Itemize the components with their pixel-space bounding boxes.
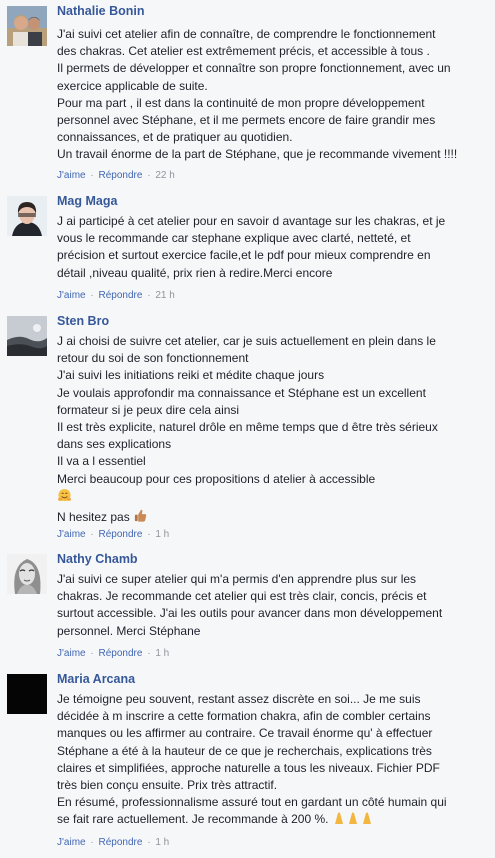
like-link[interactable]: J'aime [57, 170, 86, 181]
comment-text-line: détail ,niveau qualité, prix rien à redi… [57, 265, 333, 280]
separator: · [147, 648, 151, 659]
comment-text-line: dans ses explications [57, 437, 172, 452]
comment-text: J'ai suivi cet atelier afin de connaître… [57, 26, 485, 164]
avatar-sten-bro[interactable] [7, 316, 47, 356]
separator: · [147, 529, 151, 540]
avatar-maria-arcana[interactable] [7, 674, 47, 714]
comment-author[interactable]: Nathy Chamb [57, 552, 138, 566]
comment-text-line: exercice applicable de suite. [57, 78, 208, 93]
thumbs-up-emoji [133, 508, 148, 528]
separator: · [90, 170, 94, 181]
comment-text-line: Un travail énorme de la part de Stéphane… [57, 147, 458, 162]
comment-actions: J'aime · Répondre · 21 h [57, 290, 175, 301]
comment-author[interactable]: Maria Arcana [57, 672, 135, 686]
comment-text: J ai participé à cet atelier pour en sav… [57, 213, 485, 282]
comment-text-line: décidée à m inscrire a cette formation c… [57, 709, 431, 724]
separator: · [147, 170, 151, 181]
like-link[interactable]: J'aime [57, 648, 86, 659]
comment-text-line: se fait rare actuellement. Je recommande… [57, 811, 485, 830]
comment-text-line: J ai choisi de suivre cet atelier, car j… [57, 334, 436, 348]
reply-link[interactable]: Répondre [99, 170, 143, 181]
comment-actions: J'aime · Répondre · 1 h [57, 837, 169, 848]
like-link[interactable]: J'aime [57, 529, 86, 540]
reply-link[interactable]: Répondre [99, 529, 143, 540]
comment-text-line: retour du soi de son fonctionnement [57, 351, 249, 366]
comment-text: J ai choisi de suivre cet atelier, car j… [57, 333, 485, 528]
comment-text-line: des chakras. Cet atelier est extrêmement… [57, 44, 430, 59]
comment-author[interactable]: Mag Maga [57, 194, 117, 208]
comment-author[interactable]: Sten Bro [57, 314, 109, 328]
comment-text-line: vous le recommande car stephane explique… [57, 231, 411, 246]
separator: · [90, 837, 94, 848]
comment-text-line: J'ai suivi les initiations reiki et médi… [57, 368, 325, 383]
comment-timestamp[interactable]: 21 h [155, 290, 174, 301]
avatar-nathy-chamb[interactable] [7, 554, 47, 594]
comment-timestamp[interactable]: 1 h [155, 648, 169, 659]
hugging-face-emoji [57, 488, 72, 508]
like-link[interactable]: J'aime [57, 837, 86, 848]
comment-text-line: manques ou les affirmer au contraire. Ce… [57, 726, 433, 741]
comment-text-line: claires et simplifiées, approche naturel… [57, 760, 440, 775]
separator: · [147, 837, 151, 848]
comment-timestamp[interactable]: 1 h [155, 837, 169, 848]
separator: · [147, 290, 151, 301]
comment-text-line: Je témoigne peu souvent, restant assez d… [57, 692, 421, 706]
comment-text-line: très bien conçu ensuite. Prix très attra… [57, 778, 278, 793]
comment-text-line: Merci beaucoup pour ces propositions d a… [57, 471, 376, 486]
comment-text-line: Je voulais approfondir ma connaissance e… [57, 385, 426, 400]
separator: · [90, 648, 94, 659]
comment-text-line: personnel. Merci Stéphane [57, 623, 201, 638]
like-link[interactable]: J'aime [57, 290, 86, 301]
comment-text-line: formateur si je peux dire cela ainsi [57, 402, 240, 417]
reply-link[interactable]: Répondre [99, 837, 143, 848]
comment-actions: J'aime · Répondre · 1 h [57, 648, 169, 659]
separator: · [90, 529, 94, 540]
comment-text-last: N hesitez pas [57, 510, 130, 525]
comment-text-line: connaissances, et de pratiquer au quotid… [57, 130, 293, 145]
comment-actions: J'aime · Répondre · 22 h [57, 170, 175, 181]
comment-text-line: Il est très explicite, naturel drôle en … [57, 420, 438, 435]
comment-text-line: J'ai suivi cet atelier afin de connaître… [57, 27, 436, 41]
separator: · [90, 290, 94, 301]
comment-text: Je témoigne peu souvent, restant assez d… [57, 691, 485, 831]
comment-text-line: Il va a l essentiel [57, 454, 146, 469]
reply-link[interactable]: Répondre [99, 290, 143, 301]
comment-text-line: J'ai suivi ce super atelier qui m'a perm… [57, 572, 417, 586]
reply-link[interactable]: Répondre [99, 648, 143, 659]
comment-text-last: se fait rare actuellement. Je recommande… [57, 812, 329, 827]
comment-text-line: personnel avec Stéphane, et il me permet… [57, 113, 436, 128]
comment-text-line: surtout accessible. J'ai les outils pour… [57, 606, 443, 621]
comment-text-line: Stéphane a été à la hauteur de ce que je… [57, 743, 432, 758]
comment-text-line: N hesitez pas [57, 508, 485, 528]
comment-text-line: Pour ma part , il est dans la continuité… [57, 95, 425, 110]
comment-text-line: précision et surtout exercice facile,et … [57, 248, 431, 263]
comment-text-line: Il permets de développer et connaître so… [57, 61, 451, 76]
comment-author[interactable]: Nathalie Bonin [57, 4, 145, 18]
comment-timestamp[interactable]: 22 h [155, 170, 174, 181]
comment-text: J'ai suivi ce super atelier qui m'a perm… [57, 571, 485, 640]
comment-text-line: J ai participé à cet atelier pour en sav… [57, 214, 446, 228]
comment-actions: J'aime · Répondre · 1 h [57, 529, 169, 540]
comment-timestamp[interactable]: 1 h [155, 529, 169, 540]
comment-emoji-line [57, 488, 485, 508]
avatar-nathalie-bonin[interactable] [7, 6, 47, 46]
comment-text-line: chakras. Je recommande cet atelier qui e… [57, 589, 427, 604]
comment-text-line: En résumé, professionnalisme assuré tout… [57, 795, 447, 810]
avatar-mag-maga[interactable] [7, 196, 47, 236]
praying-hands-emoji [332, 811, 374, 830]
